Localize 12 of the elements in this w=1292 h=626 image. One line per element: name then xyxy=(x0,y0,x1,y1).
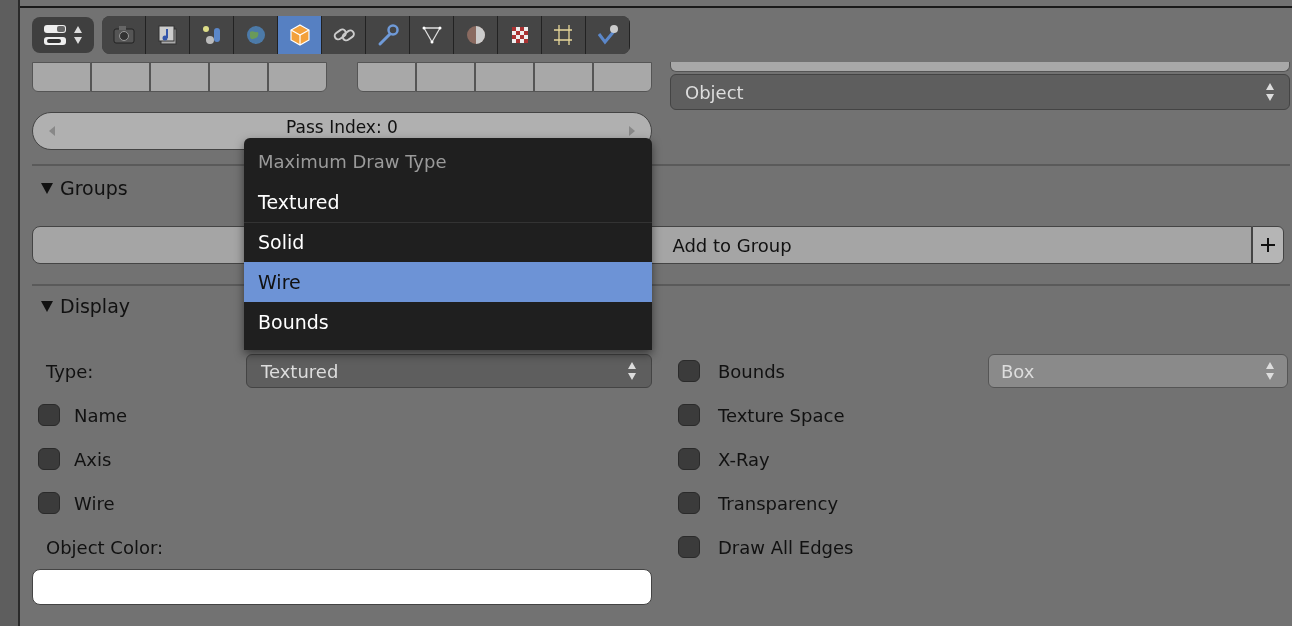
slider-label: Pass Index: 0 xyxy=(286,116,398,140)
checkbox-label: Draw All Edges xyxy=(718,535,854,560)
type-label: Type: xyxy=(45,359,95,384)
checkbox-label: Transparency xyxy=(718,491,839,516)
checkbox-label: Name xyxy=(74,403,128,428)
checkbox-label: X-Ray xyxy=(718,447,770,472)
checkbox-label: Wire xyxy=(74,491,115,516)
checkbox-label: Bounds xyxy=(718,359,785,384)
checkbox-label: Texture Space xyxy=(718,403,845,428)
checkbox-label: Axis xyxy=(74,447,112,472)
menu-title: Maximum Draw Type xyxy=(257,150,448,174)
object-color-label: Object Color: xyxy=(45,536,165,560)
